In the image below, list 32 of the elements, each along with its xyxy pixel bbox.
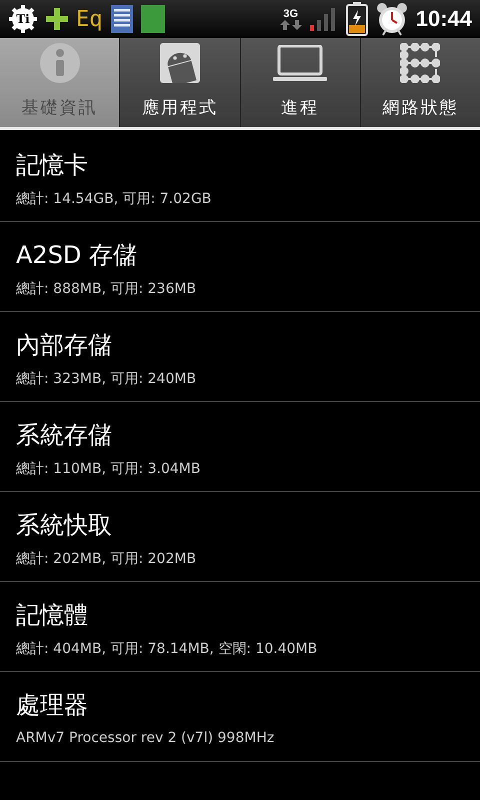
item-title: 內部存儲 bbox=[16, 330, 112, 360]
battery-icon bbox=[346, 2, 368, 36]
signal-icon bbox=[310, 7, 338, 31]
plus-icon bbox=[46, 8, 68, 30]
tab[interactable]: 進程 bbox=[240, 38, 360, 127]
item-title: 系統快取 bbox=[16, 510, 112, 540]
notepad-icon bbox=[110, 5, 132, 33]
square-icon bbox=[140, 5, 164, 33]
clock-time: 10:44 bbox=[416, 6, 472, 32]
item-detail: 總計: 888MB, 可用: 236MB bbox=[16, 280, 196, 298]
android-robot-icon bbox=[160, 43, 200, 83]
item-detail: 總計: 323MB, 可用: 240MB bbox=[16, 370, 196, 388]
network-grid-icon bbox=[400, 43, 440, 83]
tab[interactable]: 網路狀態 bbox=[360, 38, 480, 127]
item-detail: 總計: 14.54GB, 可用: 7.02GB bbox=[16, 190, 212, 208]
item-title: 記憶卡 bbox=[16, 150, 88, 180]
item-detail: 總計: 404MB, 可用: 78.14MB, 空閑: 10.40MB bbox=[16, 640, 318, 658]
item-detail: ARMv7 Processor rev 2 (v7l) 998MHz bbox=[16, 730, 274, 746]
item-title: 系統存儲 bbox=[16, 420, 112, 450]
network-type: 3G bbox=[283, 8, 298, 20]
eq-label: Eq bbox=[76, 6, 102, 32]
tab[interactable]: 應用程式 bbox=[119, 38, 240, 127]
item-detail: 總計: 110MB, 可用: 3.04MB bbox=[16, 460, 200, 478]
item-title: 處理器 bbox=[16, 690, 88, 720]
item-title: 記憶體 bbox=[16, 600, 88, 630]
info-icon bbox=[38, 41, 82, 85]
alarm-clock-icon bbox=[376, 2, 408, 36]
item-title: A2SD 存儲 bbox=[16, 240, 138, 270]
item-detail: 總計: 202MB, 可用: 202MB bbox=[16, 550, 196, 568]
app-logo: Ti bbox=[8, 4, 38, 34]
data-arrows-icon bbox=[280, 20, 302, 30]
laptop-icon bbox=[273, 45, 328, 81]
